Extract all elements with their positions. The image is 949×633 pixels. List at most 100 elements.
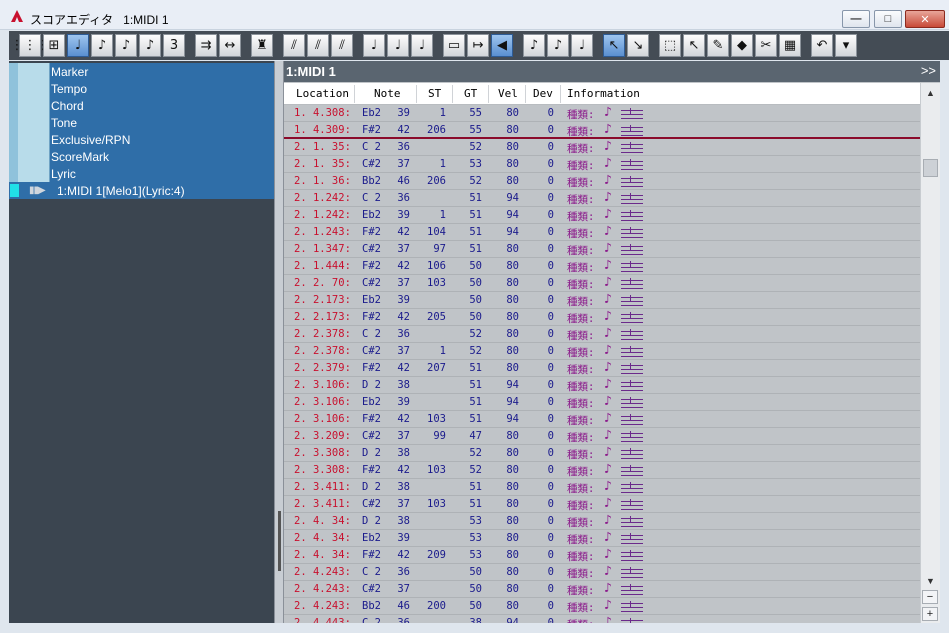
track-row-tone[interactable]: Tone <box>9 114 274 131</box>
track-row-scoremark[interactable]: ScoreMark <box>9 148 274 165</box>
dynamics-p-icon[interactable]: ♪ <box>547 34 569 57</box>
table-row[interactable]: 2. 2.378: C 2 36 52 80 0 種類: ♪ <box>284 326 920 343</box>
stretch-icon[interactable]: ↔ <box>219 34 241 57</box>
table-row[interactable]: 2. 1.347: C#2 37 97 51 80 0 種類: ♪ <box>284 241 920 258</box>
table-row[interactable]: 2. 1.243: F#2 42 104 51 94 0 種類: ♪ <box>284 224 920 241</box>
scroll-up-icon[interactable]: ▲ <box>923 85 938 100</box>
select-point-icon[interactable]: ↖ <box>683 34 705 57</box>
cell-note: F#2 <box>362 260 381 272</box>
table-row[interactable]: 1. 4.308: Eb2 39 1 55 80 0 種類: ♪ <box>284 105 920 122</box>
triplet-icon[interactable]: 3 <box>163 34 185 57</box>
track-play-icon[interactable]: ▮▮▶ <box>29 185 46 196</box>
col-vel[interactable]: Vel <box>498 87 518 100</box>
tie-icon[interactable]: ♩ <box>363 34 385 57</box>
minimize-button[interactable]: — <box>842 10 870 28</box>
table-row[interactable]: 2. 2. 70: C#2 37 103 50 80 0 種類: ♪ <box>284 275 920 292</box>
piano-icon[interactable]: ▦ <box>779 34 801 57</box>
close-button[interactable]: ✕ <box>905 10 945 28</box>
zoom-out-button[interactable]: − <box>922 590 938 604</box>
table-row[interactable]: 2. 4.243: Bb2 46 200 50 80 0 種類: ♪ <box>284 598 920 615</box>
table-row[interactable]: 2. 3.411: C#2 37 103 51 80 0 種類: ♪ <box>284 496 920 513</box>
panel-splitter[interactable] <box>274 61 284 623</box>
table-row[interactable]: 2. 4.243: C#2 37 50 80 0 種類: ♪ <box>284 581 920 598</box>
more-icon[interactable]: ▾ <box>835 34 857 57</box>
eighth-note-icon: ♪ <box>604 105 612 120</box>
double-rest-icon[interactable]: ⫽ <box>307 34 329 57</box>
table-row[interactable]: 2. 3.209: C#2 37 99 47 80 0 種類: ♪ <box>284 428 920 445</box>
table-row[interactable]: 2. 4. 34: D 2 38 53 80 0 種類: ♪ <box>284 513 920 530</box>
note-box-icon[interactable]: ♩ <box>571 34 593 57</box>
scroll-down-icon[interactable]: ▼ <box>923 573 938 588</box>
repeat-icon[interactable]: ⇉ <box>195 34 217 57</box>
cell-gt: 55 <box>469 107 482 119</box>
cell-note: D 2 <box>362 379 381 391</box>
track-row-marker[interactable]: Marker <box>9 63 274 80</box>
grid-alt-icon[interactable]: ⊞ <box>43 34 65 57</box>
track-row-chord[interactable]: Chord <box>9 97 274 114</box>
quarter-note-icon[interactable]: ♩ <box>67 34 89 57</box>
eighth-note-icon[interactable]: ♪ <box>91 34 113 57</box>
col-st[interactable]: ST <box>428 87 441 100</box>
eraser-icon[interactable]: ✎ <box>707 34 729 57</box>
undo-icon[interactable]: ↶ <box>811 34 833 57</box>
table-row[interactable]: 2. 4.243: C 2 36 50 80 0 種類: ♪ <box>284 564 920 581</box>
col-note[interactable]: Note <box>374 87 401 100</box>
table-row[interactable]: 2. 3.106: D 2 38 51 94 0 種類: ♪ <box>284 377 920 394</box>
paint-icon[interactable]: ◆ <box>731 34 753 57</box>
cell-note: C 2 <box>362 192 381 204</box>
grid-icon[interactable]: ⋮⋮⋮ <box>11 34 50 57</box>
table-row[interactable]: 2. 1. 35: C 2 36 52 80 0 種類: ♪ <box>284 139 920 156</box>
table-row[interactable]: 2. 4. 34: F#2 42 209 53 80 0 種類: ♪ <box>284 547 920 564</box>
metronome-icon[interactable]: ♜ <box>251 34 273 57</box>
expand-button[interactable]: >> <box>921 63 936 78</box>
table-row[interactable]: 2. 2.173: F#2 42 205 50 80 0 種類: ♪ <box>284 309 920 326</box>
track-row-exclusive-rpn[interactable]: Exclusive/RPN <box>9 131 274 148</box>
triple-rest-icon[interactable]: ⫽ <box>331 34 353 57</box>
table-row[interactable]: 2. 1.242: C 2 36 51 94 0 種類: ♪ <box>284 190 920 207</box>
pointer-icon[interactable]: ↖ <box>603 34 625 57</box>
track-row-lyric[interactable]: Lyric <box>9 165 274 182</box>
table-row[interactable]: 2. 1.444: F#2 42 106 50 80 0 種類: ♪ <box>284 258 920 275</box>
slur-icon[interactable]: ♩ <box>387 34 409 57</box>
table-row[interactable]: 2. 3.308: F#2 42 103 52 80 0 種類: ♪ <box>284 462 920 479</box>
cell-info-type: 種類: <box>567 330 595 342</box>
table-row[interactable]: 2. 4. 34: Eb2 39 53 80 0 種類: ♪ <box>284 530 920 547</box>
select-rect-icon[interactable]: ⬚ <box>659 34 681 57</box>
maximize-button[interactable]: □ <box>874 10 902 28</box>
rect-icon[interactable]: ▭ <box>443 34 465 57</box>
rest-icon[interactable]: ⫽ <box>283 34 305 57</box>
sixteenth-note-icon[interactable]: ♪ <box>115 34 137 57</box>
table-row[interactable]: 2. 3.308: D 2 38 52 80 0 種類: ♪ <box>284 445 920 462</box>
track-row-tempo[interactable]: Tempo <box>9 80 274 97</box>
dynamics-i-icon[interactable]: ♪ <box>523 34 545 57</box>
table-row[interactable]: 2. 1. 35: C#2 37 1 53 80 0 種類: ♪ <box>284 156 920 173</box>
table-row[interactable]: 2. 1. 36: Bb2 46 206 52 80 0 種類: ♪ <box>284 173 920 190</box>
table-row[interactable]: 2. 3.106: F#2 42 103 51 94 0 種類: ♪ <box>284 411 920 428</box>
pencil-icon[interactable]: ↘ <box>627 34 649 57</box>
arrow-right-icon[interactable]: ↦ <box>467 34 489 57</box>
cell-vel: 80 <box>506 362 519 374</box>
splitter-grip[interactable] <box>278 511 281 571</box>
table-row[interactable]: 2. 1.242: Eb2 39 1 51 94 0 種類: ♪ <box>284 207 920 224</box>
col-information[interactable]: Information <box>567 87 640 100</box>
col-gt[interactable]: GT <box>464 87 477 100</box>
col-dev[interactable]: Dev <box>533 87 553 100</box>
speaker-cut-icon[interactable]: ✂ <box>755 34 777 57</box>
zoom-in-button[interactable]: + <box>922 607 938 621</box>
track-row-midi-1[interactable]: ▮▮▶ 1:MIDI 1[Melo1](Lyric:4) <box>9 182 274 199</box>
thirtysecond-note-icon[interactable]: ♪ <box>139 34 161 57</box>
table-row[interactable]: 2. 2.379: F#2 42 207 51 80 0 種類: ♪ <box>284 360 920 377</box>
col-location[interactable]: Location <box>296 87 349 100</box>
accent-icon[interactable]: ♩ <box>411 34 433 57</box>
table-row[interactable]: 2. 4.443:C 23638940種類:♪ <box>284 615 920 623</box>
cell-note: Bb2 <box>362 600 381 612</box>
cell-vel: 80 <box>506 532 519 544</box>
vertical-scrollbar[interactable]: ▲ ▼ <box>920 83 940 623</box>
table-row[interactable]: 2. 2.378: C#2 37 1 52 80 0 種類: ♪ <box>284 343 920 360</box>
table-row[interactable]: 2. 3.106: Eb2 39 51 94 0 種類: ♪ <box>284 394 920 411</box>
cell-gt: 50 <box>469 277 482 289</box>
table-row[interactable]: 2. 3.411: D 2 38 51 80 0 種類: ♪ <box>284 479 920 496</box>
scroll-thumb[interactable] <box>923 159 938 177</box>
speaker-icon[interactable]: ◀ <box>491 34 513 57</box>
table-row[interactable]: 2. 2.173: Eb2 39 50 80 0 種類: ♪ <box>284 292 920 309</box>
